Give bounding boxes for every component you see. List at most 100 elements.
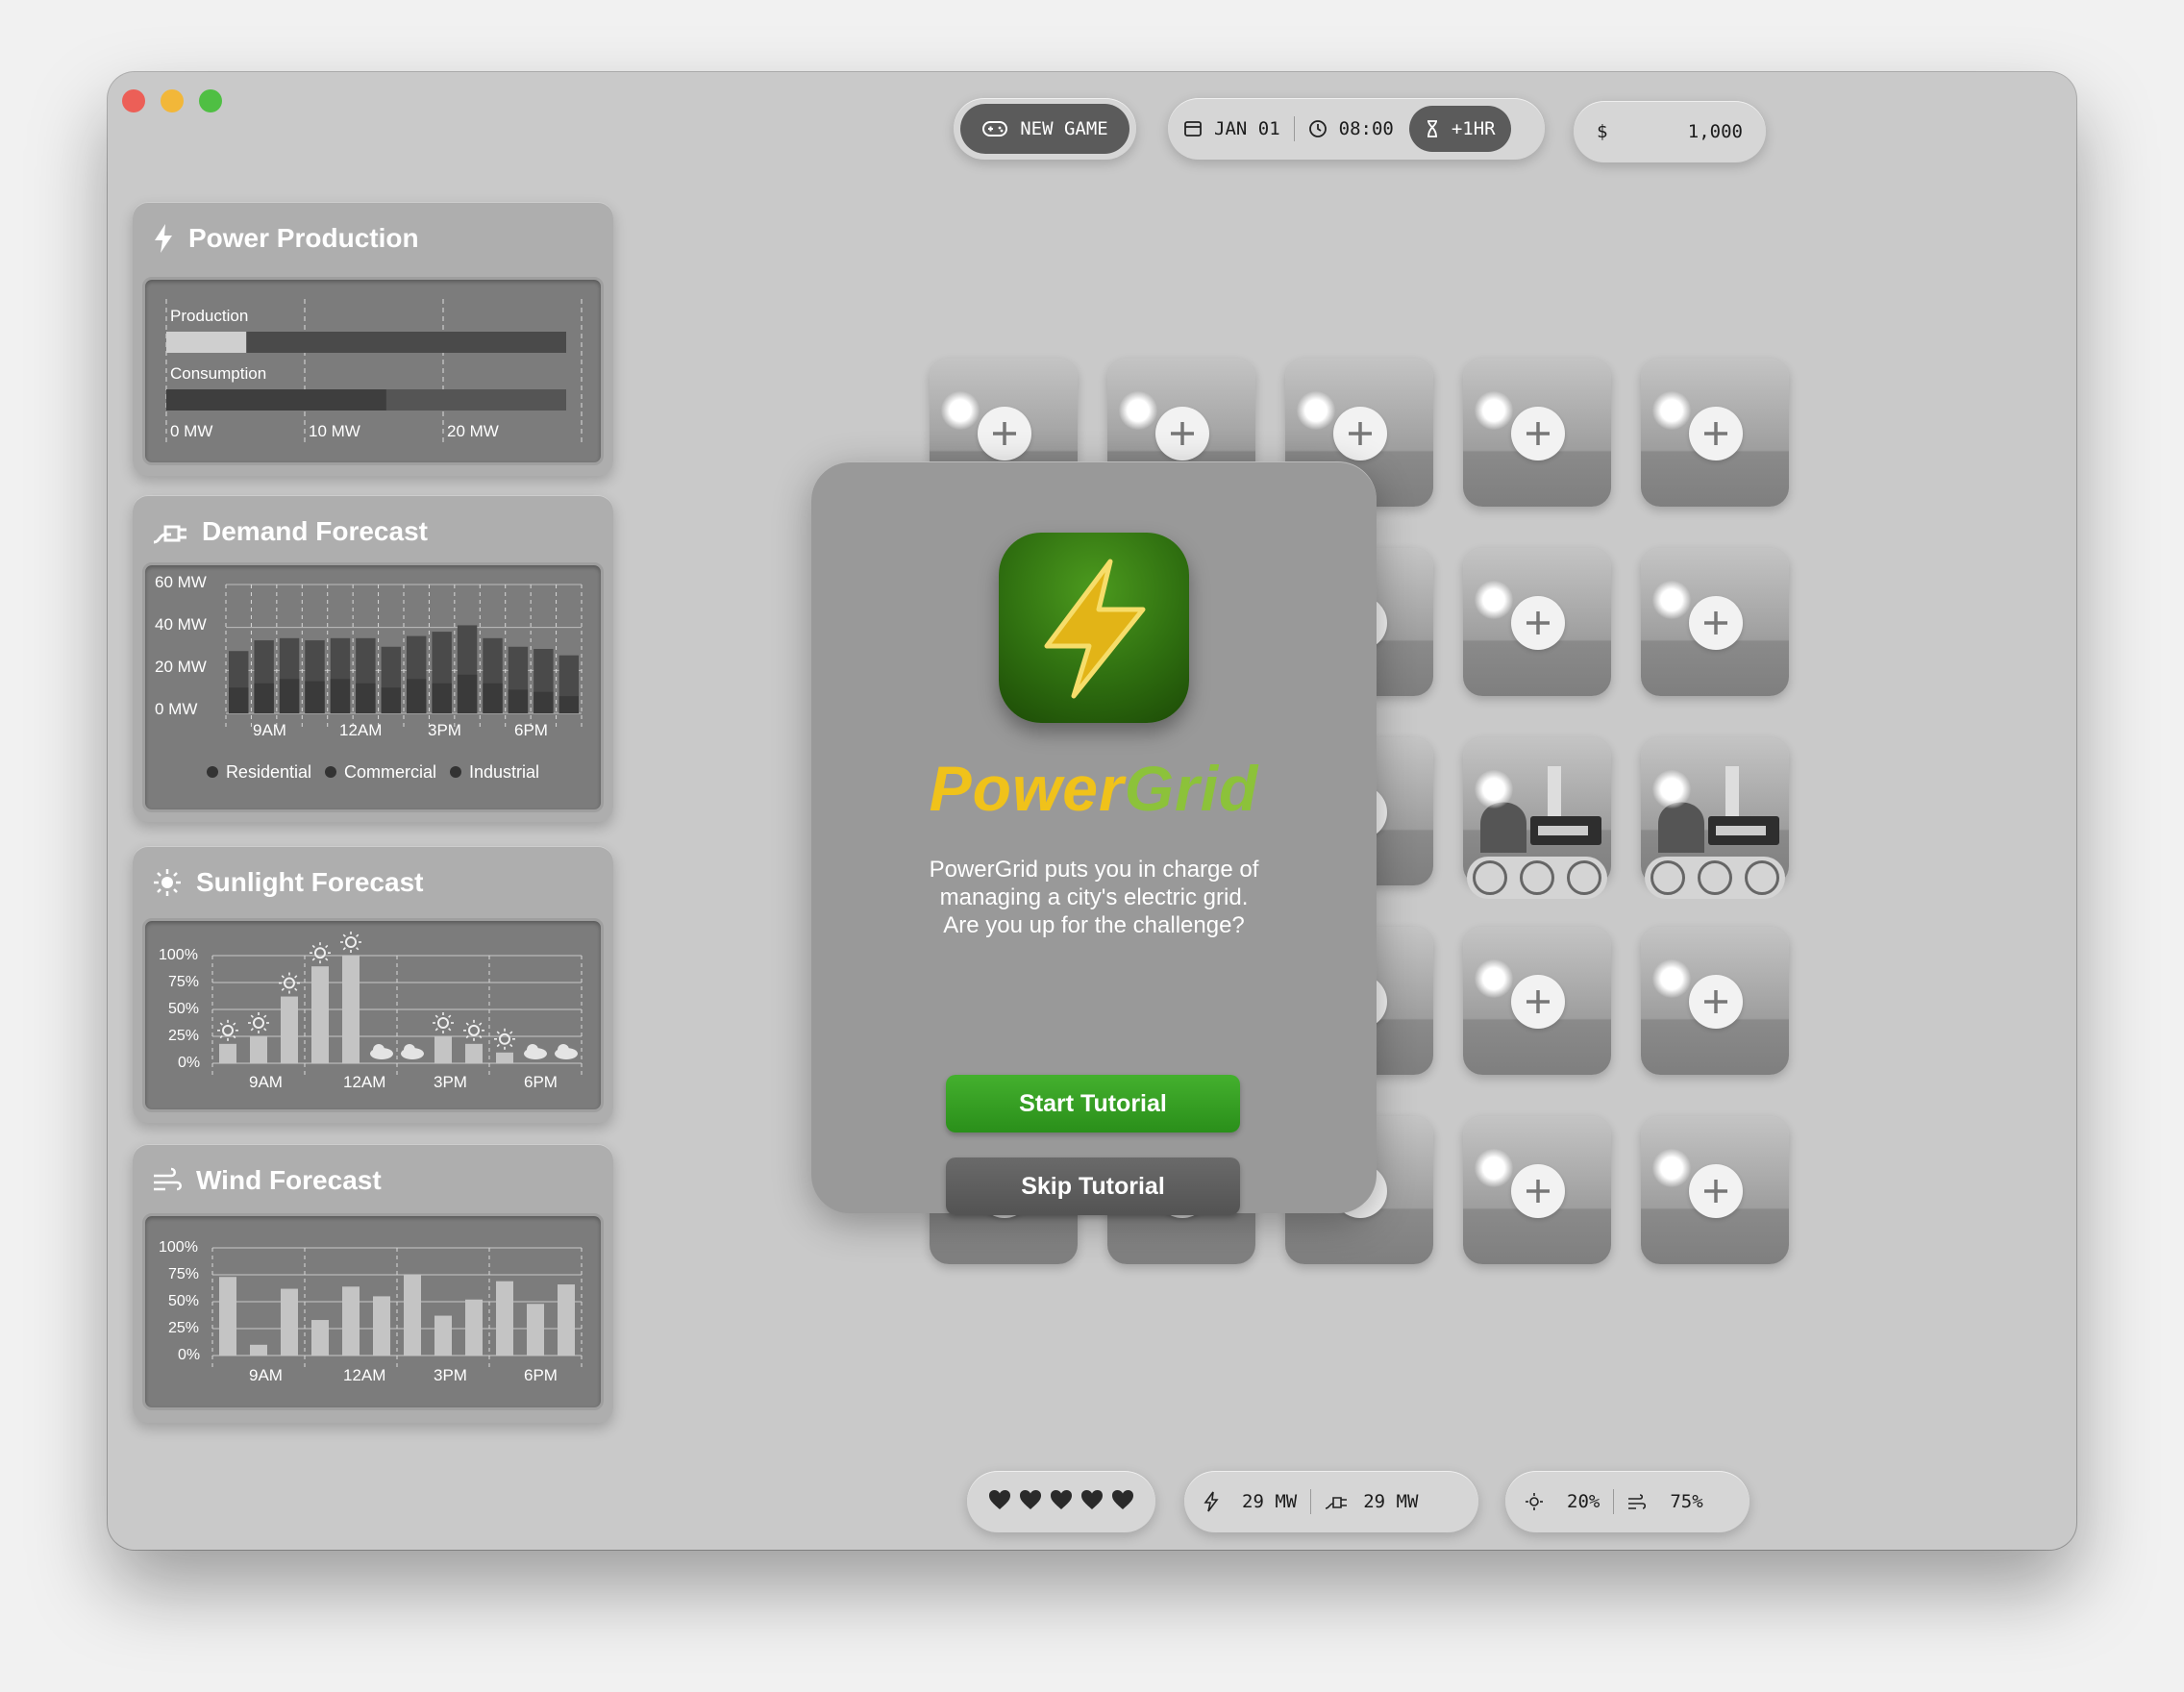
power-production-title-row: Power Production [152, 223, 419, 254]
production-status: 29 MW [1242, 1491, 1298, 1512]
plus-icon [1526, 990, 1550, 1013]
consumption-bar-fill [166, 389, 386, 411]
sun-x-6pm: 6PM [524, 1073, 558, 1091]
power-plant-tile[interactable] [1463, 737, 1611, 899]
cloud-marker-icon [370, 1044, 393, 1059]
zoom-window-button[interactable] [199, 89, 222, 112]
hearts-pill [967, 1471, 1155, 1532]
advance-hour-button[interactable]: +1HR [1408, 106, 1511, 152]
plus-icon [1526, 1180, 1550, 1203]
demand-bar-residential [330, 679, 351, 713]
close-window-button[interactable] [122, 89, 145, 112]
wind-y-50: 50% [168, 1293, 200, 1309]
demand-bar-residential [508, 689, 529, 713]
sun-x-3pm: 3PM [434, 1073, 467, 1091]
cloud-marker-icon [401, 1044, 424, 1059]
plug-icon [152, 517, 188, 546]
app-title: PowerGrid [929, 753, 1259, 824]
wind-y-25: 25% [168, 1320, 200, 1336]
app-icon [999, 533, 1189, 723]
demand-forecast-title: Demand Forecast [202, 516, 428, 546]
dollar-icon: $ [1597, 121, 1608, 142]
empty-lot-tile[interactable] [1463, 548, 1611, 696]
bolt-gauge-icon[interactable] [1473, 860, 1508, 895]
new-game-label: NEW GAME [1020, 118, 1108, 139]
forecast-bar [342, 1286, 360, 1356]
demand-bar-residential [457, 674, 478, 713]
plus-icon [1526, 611, 1550, 634]
demand-bar-residential [381, 687, 401, 713]
new-game-button[interactable]: NEW GAME [960, 104, 1129, 154]
start-tutorial-button[interactable]: Start Tutorial [946, 1075, 1240, 1132]
cloud-marker-icon [555, 1044, 578, 1059]
production-bar-fill [166, 332, 247, 353]
gear-gauge-icon[interactable] [1566, 860, 1601, 895]
gear-gauge-icon[interactable] [1744, 860, 1779, 895]
minimize-window-button[interactable] [161, 89, 184, 112]
plug-status-icon [1325, 1492, 1348, 1511]
forecast-bar [219, 1277, 236, 1356]
wind-forecast-title-row: Wind Forecast [152, 1165, 382, 1196]
add-building-button[interactable] [1511, 975, 1565, 1029]
add-building-button[interactable] [1511, 596, 1565, 650]
empty-lot-tile[interactable] [1641, 548, 1789, 696]
add-building-button[interactable] [1155, 407, 1209, 460]
demand-forecast-panel: Demand Forecast 60 MW 40 MW 20 MW 0 MW 9… [133, 495, 613, 822]
legend-commercial: Commercial [325, 762, 436, 783]
hourglass-icon [1425, 119, 1440, 138]
x-tick-12am: 12AM [339, 721, 383, 739]
power-production-panel: Power Production Production Consumption … [133, 202, 613, 476]
add-building-button[interactable] [978, 407, 1031, 460]
empty-lot-tile[interactable] [1463, 1116, 1611, 1264]
sun-y-25: 25% [168, 1028, 200, 1044]
add-building-button[interactable] [1689, 1164, 1743, 1218]
forecast-bar [373, 1296, 390, 1356]
clock-icon [1308, 119, 1328, 138]
fuel-gauge-icon[interactable] [1519, 860, 1554, 895]
bolt-icon [152, 223, 175, 254]
bolt-status-icon [1204, 1491, 1219, 1512]
power-production-chart: Production Consumption 0 MW 10 MW 20 MW [142, 277, 604, 465]
plus-icon [1349, 422, 1372, 445]
add-building-button[interactable] [1689, 975, 1743, 1029]
game-window: NEW GAME JAN 01 08:00 +1HR $ 1,000 Power… [108, 72, 2076, 1550]
empty-lot-tile[interactable] [1463, 359, 1611, 507]
calendar-icon [1183, 119, 1203, 138]
add-building-button[interactable] [1689, 596, 1743, 650]
forecast-bar [434, 1036, 452, 1063]
forecast-bar [311, 1320, 329, 1356]
empty-lot-tile[interactable] [1641, 359, 1789, 507]
plus-icon [993, 422, 1016, 445]
sun-marker-icon [340, 932, 361, 953]
wind-y-0: 0% [178, 1347, 201, 1363]
add-building-button[interactable] [1511, 407, 1565, 460]
bolt-gauge-icon[interactable] [1650, 860, 1686, 895]
sun-y-50: 50% [168, 1001, 200, 1017]
x-tick-3pm: 3PM [428, 721, 461, 739]
forecast-bar [465, 1299, 483, 1356]
plant-controls [1467, 857, 1607, 899]
app-description: PowerGrid puts you in charge of managing… [929, 857, 1259, 938]
sun-marker-icon [248, 1012, 269, 1033]
plus-icon [1704, 422, 1727, 445]
power-plant-tile[interactable] [1641, 737, 1789, 899]
add-building-button[interactable] [1689, 407, 1743, 460]
forecast-bar [250, 1344, 267, 1356]
forecast-bar [527, 1304, 544, 1356]
empty-lot-tile[interactable] [1641, 1116, 1789, 1264]
power-status-pill: 29 MW 29 MW [1184, 1471, 1478, 1532]
fuel-gauge-icon[interactable] [1697, 860, 1732, 895]
axis-tick-0: 0 MW [170, 422, 213, 440]
forecast-bar [496, 1281, 513, 1356]
add-building-button[interactable] [1511, 1164, 1565, 1218]
empty-lot-tile[interactable] [1641, 927, 1789, 1075]
y-tick-20: 20 MW [155, 658, 207, 676]
wind-status: 75% [1670, 1491, 1703, 1512]
empty-lot-tile[interactable] [1463, 927, 1611, 1075]
add-building-button[interactable] [1333, 407, 1387, 460]
sun-marker-icon [279, 972, 300, 994]
money-amount: 1,000 [1687, 121, 1743, 142]
wind-x-12am: 12AM [343, 1366, 386, 1384]
demand-status: 29 MW [1363, 1491, 1419, 1512]
skip-tutorial-button[interactable]: Skip Tutorial [946, 1157, 1240, 1215]
